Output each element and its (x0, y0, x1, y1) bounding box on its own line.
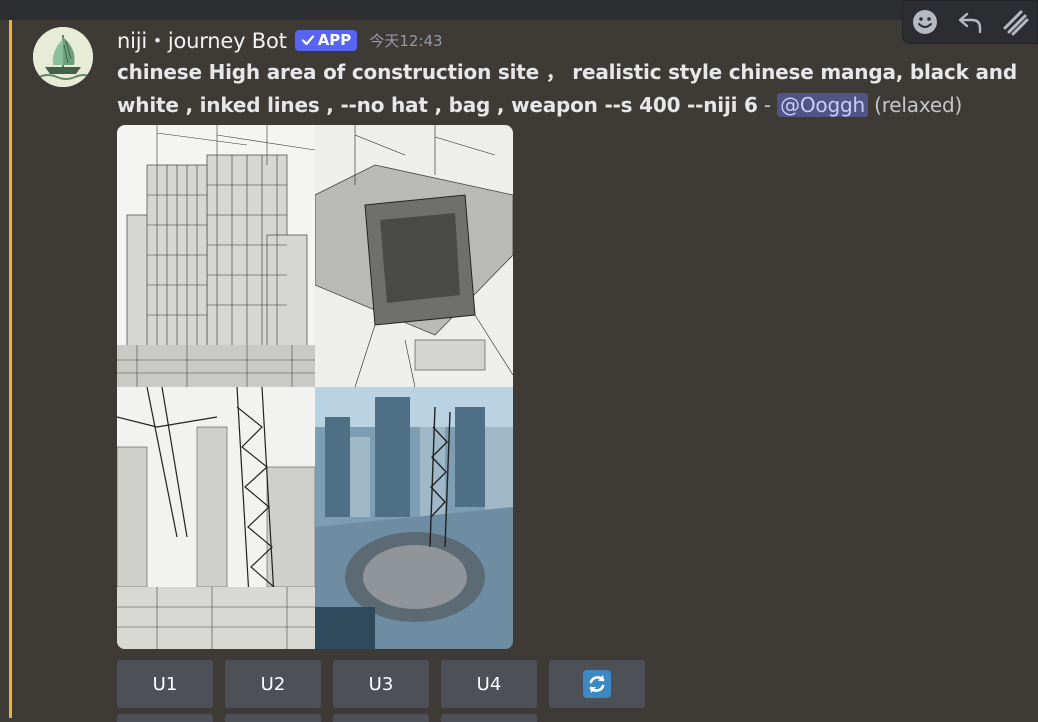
reply-icon[interactable] (953, 5, 987, 39)
top-bar (0, 0, 1038, 20)
bot-username[interactable]: niji・journey Bot (117, 25, 287, 55)
partial-button[interactable] (117, 714, 213, 722)
upscale-button-u1[interactable]: U1 (117, 660, 213, 708)
bot-avatar[interactable] (33, 27, 93, 87)
image-tile-1[interactable] (117, 125, 315, 387)
next-button-row (117, 714, 537, 722)
partial-button[interactable] (225, 714, 321, 722)
message-timestamp[interactable]: 今天12:43 (369, 30, 442, 51)
partial-button[interactable] (333, 714, 429, 722)
reroll-icon (583, 670, 611, 698)
message-header: niji・journey Bot APP 今天12:43 (117, 26, 443, 54)
mention-highlight-bar (9, 20, 12, 718)
message-content: chinese High area of construction site ，… (117, 56, 1037, 122)
upscale-button-u2[interactable]: U2 (225, 660, 321, 708)
more-actions-icon[interactable] (998, 5, 1032, 39)
image-tile-3[interactable] (117, 387, 315, 649)
emoji-reaction-icon[interactable] (908, 5, 942, 39)
upscale-button-u4[interactable]: U4 (441, 660, 537, 708)
partial-button[interactable] (441, 714, 537, 722)
action-button-row: U1 U2 U3 U4 (117, 660, 645, 708)
generation-mode: (relaxed) (874, 93, 963, 117)
app-badge: APP (294, 29, 358, 51)
user-mention[interactable]: @Ooggh (777, 93, 868, 117)
separator: - (757, 93, 778, 117)
app-badge-label: APP (317, 31, 352, 49)
sailboat-logo-icon (33, 27, 93, 87)
reroll-button[interactable] (549, 660, 645, 708)
upscale-button-u3[interactable]: U3 (333, 660, 429, 708)
image-grid[interactable] (117, 125, 513, 649)
verified-check-icon (301, 35, 314, 46)
image-tile-2[interactable] (315, 125, 513, 387)
message-toolbar (902, 0, 1038, 44)
image-tile-4[interactable] (315, 387, 513, 649)
